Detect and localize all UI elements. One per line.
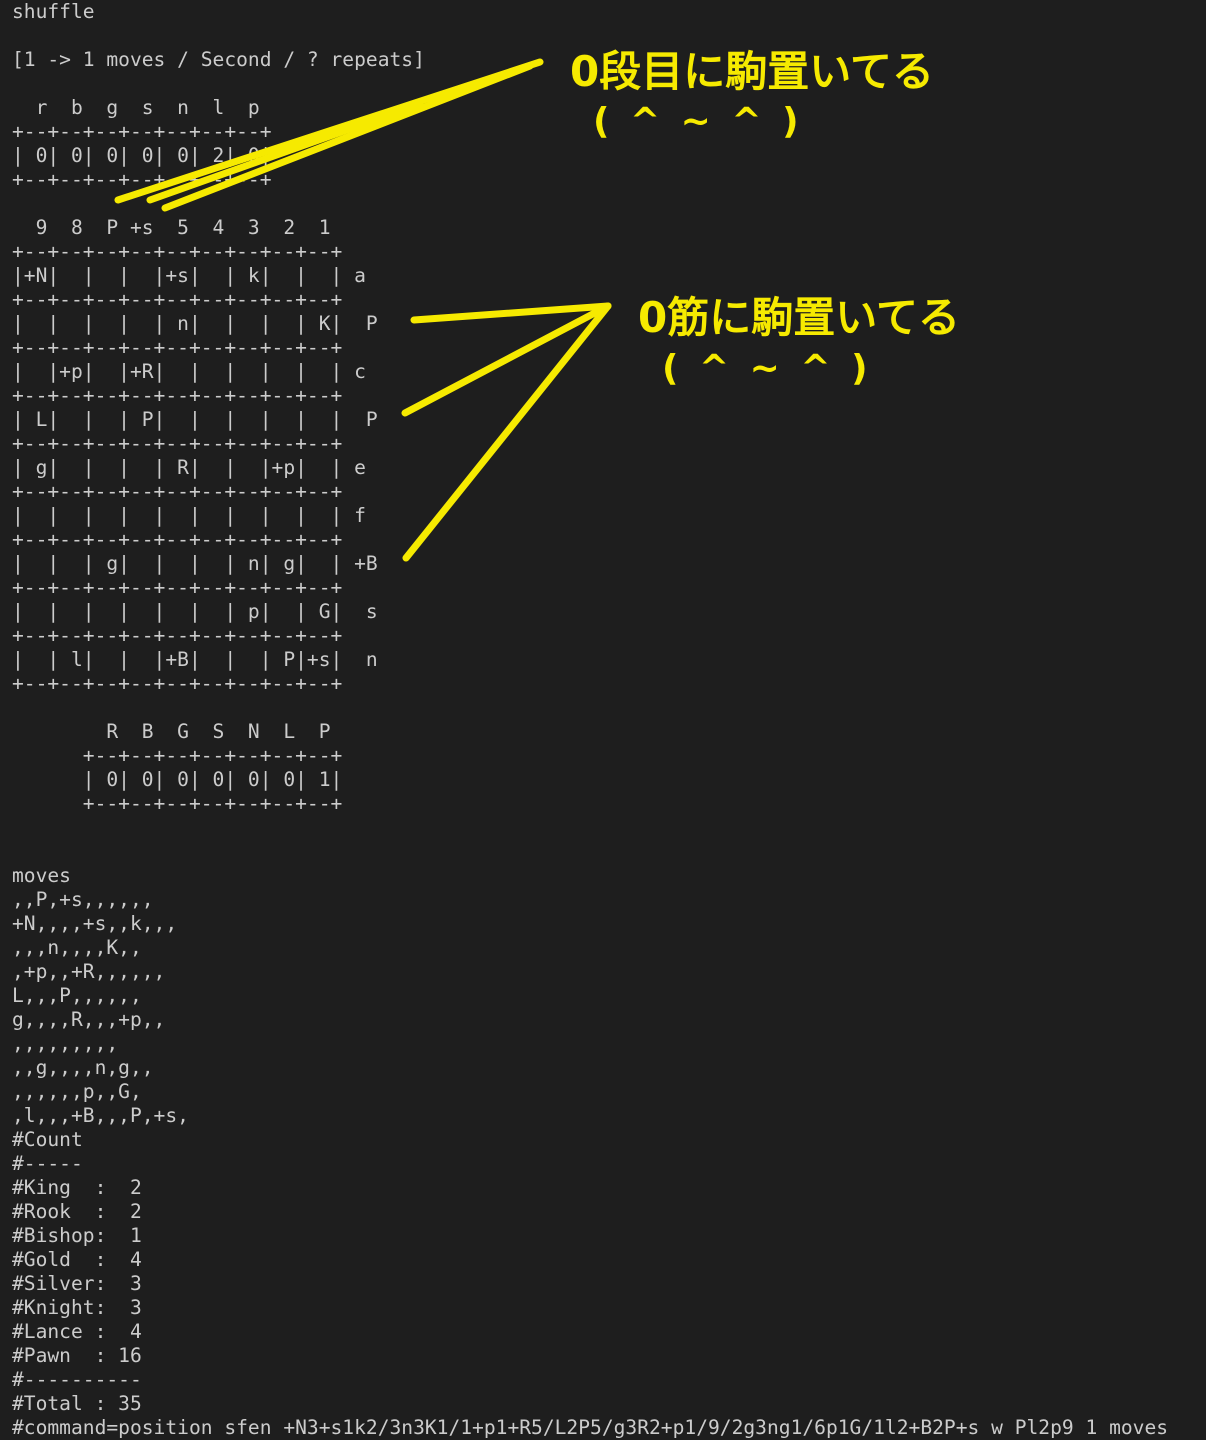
arrow-line-rank-1 [114, 58, 544, 204]
arrow-line-file-2 [401, 302, 612, 417]
annotation-rank-text: 0段目に駒置いてる [570, 47, 934, 96]
annotation-rank-emoticon: ( ^ ~ ^ ) [593, 101, 803, 142]
arrow-line-rank-3 [146, 100, 424, 204]
arrow-line-file-3 [402, 302, 612, 562]
annotation-file-emoticon: ( ^ ~ ^ ) [662, 348, 872, 389]
annotation-file-text: 0筋に駒置いてる [638, 293, 960, 342]
arrow-line-rank-2 [161, 62, 534, 212]
annotation-arrows [114, 58, 612, 562]
